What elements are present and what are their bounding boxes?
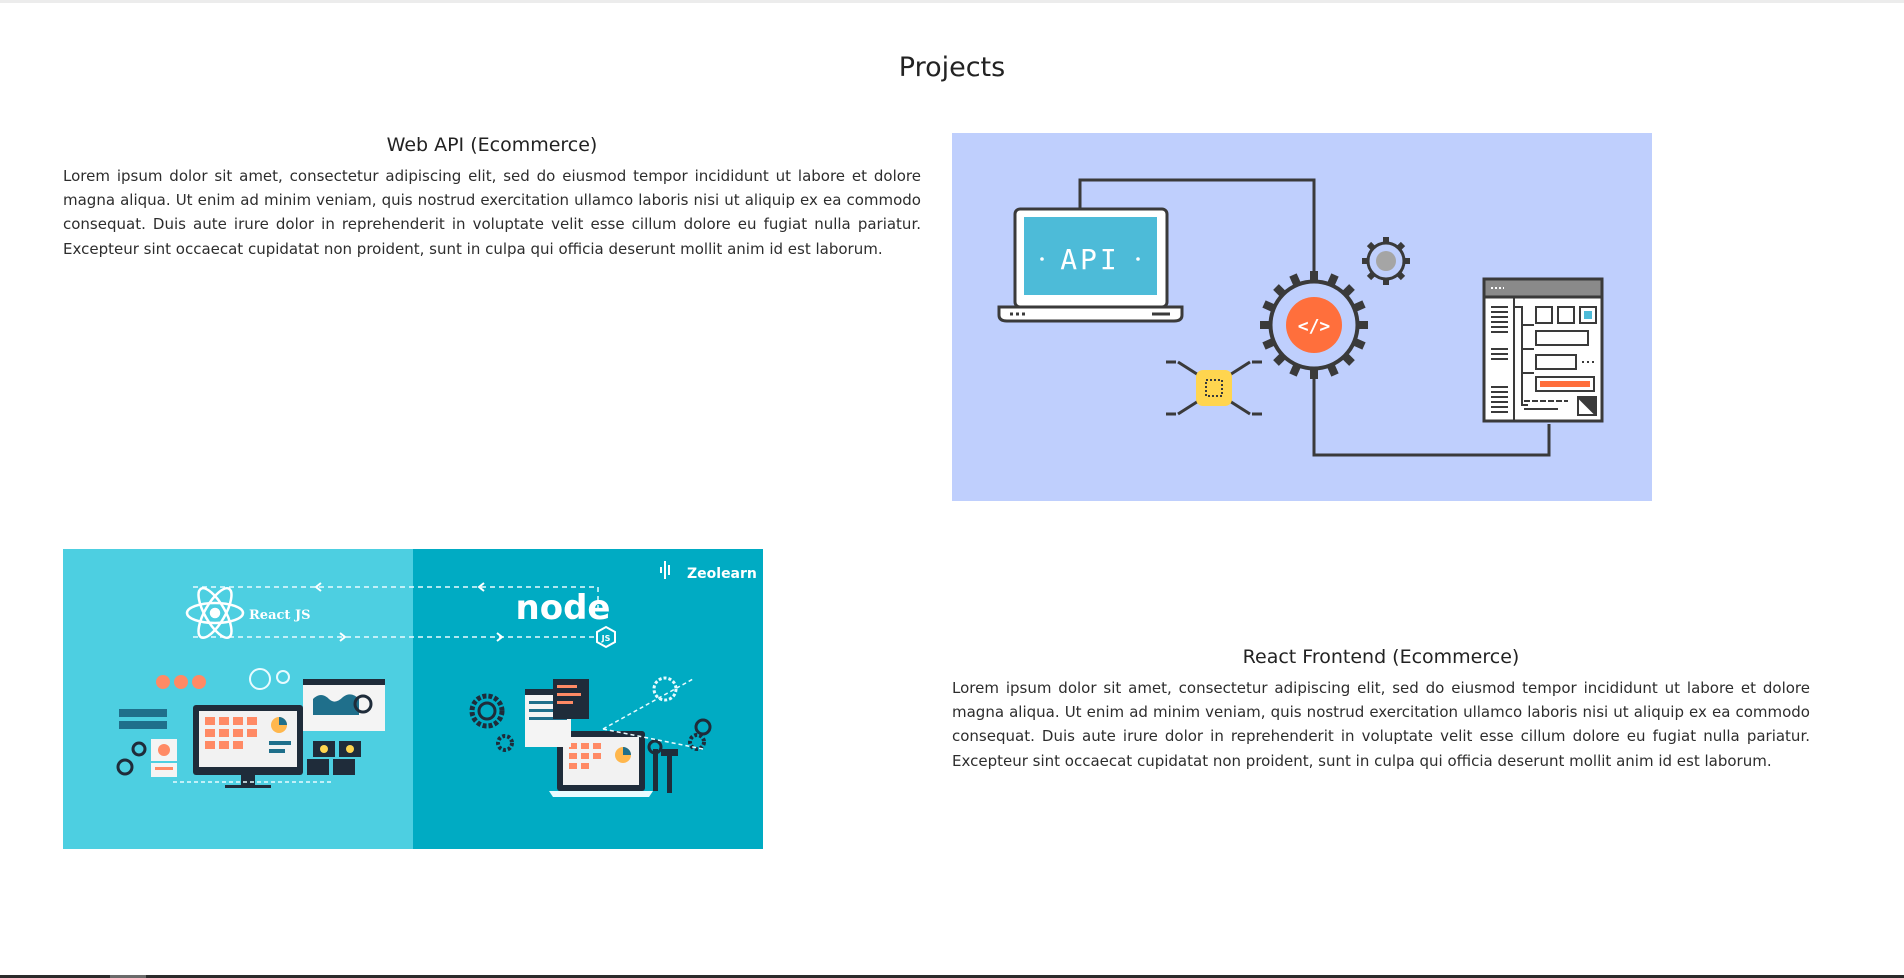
web-api-illustration: API </> (952, 133, 1652, 501)
laptop-icon: API (997, 207, 1184, 323)
svg-text:React JS: React JS (249, 608, 310, 623)
project-description: Lorem ipsum dolor sit amet, consectetur … (952, 679, 1810, 770)
section-title: Projects (898, 52, 1006, 83)
project-web-api: Web API (Ecommerce) Lorem ipsum dolor si… (63, 134, 921, 261)
top-border (0, 0, 1904, 3)
project-title: Web API (Ecommerce) (386, 134, 598, 156)
node-logo-icon: node (516, 588, 611, 628)
project-title: React Frontend (Ecommerce) (1242, 646, 1520, 668)
svg-text:API: API (1060, 243, 1120, 276)
browser-window-icon (1482, 277, 1604, 423)
small-gear-icon (1362, 237, 1410, 285)
gear-icon: </> (1260, 271, 1368, 379)
svg-text:Zeolearn: Zeolearn (687, 566, 757, 582)
svg-text:</>: </> (1298, 316, 1331, 337)
project-react-frontend: React Frontend (Ecommerce) Lorem ipsum d… (952, 646, 1810, 773)
project-description: Lorem ipsum dolor sit amet, consectetur … (63, 167, 921, 258)
react-node-illustration: React JS node JS Zeolearn (63, 549, 763, 849)
svg-text:JS: JS (601, 634, 611, 643)
